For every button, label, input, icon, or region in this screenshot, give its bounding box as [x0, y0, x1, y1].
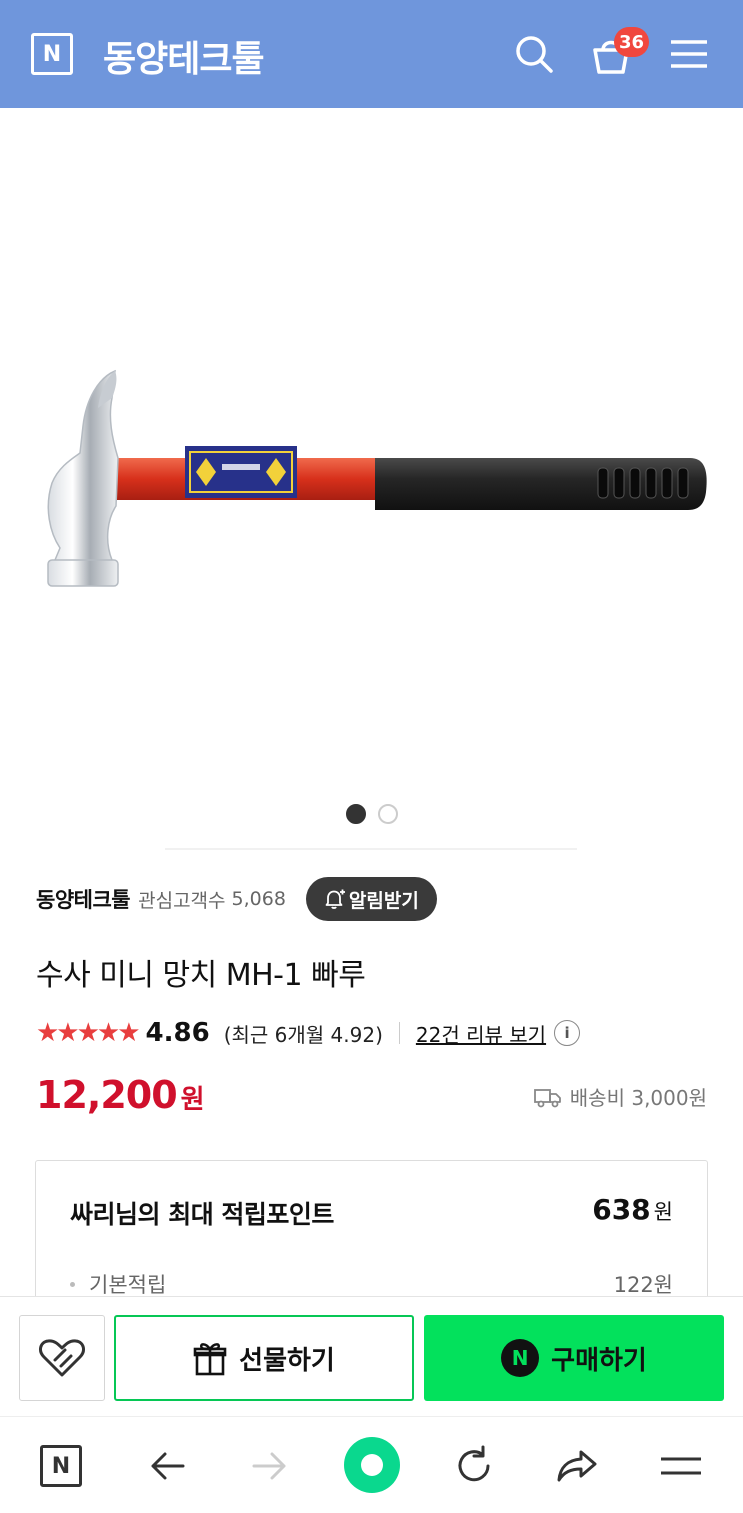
points-total: 638 원: [592, 1193, 673, 1226]
rating-row: ★★★★★ 4.86 (최근 6개월 4.92) 22건 리뷰 보기 i: [36, 1015, 581, 1051]
buy-button-label: 구매하기: [551, 1345, 647, 1376]
back-button[interactable]: [142, 1441, 192, 1491]
store-name-link[interactable]: 동양테크툴: [36, 884, 131, 914]
shipping-fee: 배송비 3,000원: [569, 1086, 707, 1110]
product-title: 수사 미니 망치 MH-1 빠루: [36, 958, 366, 993]
naver-pay-icon: N: [501, 1339, 540, 1377]
rating-recent: (최근 6개월 4.92): [223, 1022, 383, 1047]
shipping-info[interactable]: 배송비 3,000원: [533, 1082, 707, 1111]
price-row: 12,200 원: [36, 1073, 205, 1123]
points-basic-label: 기본적립: [89, 1273, 167, 1297]
share-icon: [557, 1450, 597, 1482]
carousel-dots[interactable]: [0, 804, 743, 824]
price-value: 12,200: [36, 1073, 178, 1117]
star-rating-icon: ★★★★★: [36, 1018, 141, 1048]
search-icon[interactable]: [514, 34, 554, 74]
naver-logo-icon: N: [40, 1445, 82, 1487]
info-icon[interactable]: i: [554, 1020, 581, 1046]
truck-icon: [533, 1088, 561, 1107]
rating-value: 4.86: [145, 1018, 210, 1048]
cart-count-badge: 36: [614, 27, 650, 57]
naver-home-button[interactable]: N: [36, 1441, 86, 1491]
points-title: 싸리님의 최대 적립포인트: [70, 1200, 334, 1229]
back-arrow-icon: [151, 1452, 185, 1480]
store-title[interactable]: 동양테크툴: [103, 30, 265, 82]
followers-label: 관심고객수: [138, 889, 226, 912]
store-info-row: 동양테크툴 관심고객수 5,068 알림받기: [36, 877, 437, 921]
carousel-dot-1[interactable]: [345, 804, 366, 824]
buy-button[interactable]: N 구매하기: [424, 1315, 724, 1401]
heart-icon: [39, 1339, 85, 1377]
alert-button-label: 알림받기: [348, 889, 419, 912]
green-home-icon: [361, 1454, 383, 1476]
points-basic-row: 기본적립: [70, 1269, 166, 1299]
browser-nav-bar: N: [0, 1416, 743, 1513]
forward-arrow-icon: [252, 1452, 286, 1480]
product-image[interactable]: [0, 108, 743, 798]
store-header: N 동양테크툴 36: [0, 0, 743, 108]
gift-button-label: 선물하기: [239, 1345, 335, 1376]
divider: [165, 848, 577, 850]
share-button[interactable]: [552, 1441, 602, 1491]
forward-button[interactable]: [245, 1441, 295, 1491]
carousel-dot-2[interactable]: [377, 804, 398, 824]
separator: [398, 1022, 400, 1044]
gift-button[interactable]: 선물하기: [114, 1315, 414, 1401]
purchase-action-bar: 선물하기 N 구매하기: [0, 1296, 743, 1416]
bullet-icon: [70, 1281, 75, 1287]
wishlist-button[interactable]: [19, 1315, 105, 1401]
menu-button[interactable]: [656, 1441, 706, 1491]
followers-count: 5,068: [231, 888, 286, 910]
bell-plus-icon: [325, 889, 345, 909]
refresh-icon: [458, 1445, 490, 1482]
green-home-button[interactable]: [344, 1437, 400, 1493]
refresh-button[interactable]: [449, 1441, 499, 1491]
price-unit: 원: [180, 1085, 205, 1115]
menu-icon[interactable]: [669, 38, 709, 70]
menu-icon: [661, 1457, 701, 1475]
gift-icon: [193, 1343, 227, 1376]
review-link[interactable]: 22건 리뷰 보기: [416, 1019, 546, 1048]
points-unit: 원: [653, 1200, 673, 1224]
points-basic-value: 122원: [613, 1273, 673, 1297]
points-value: 638: [592, 1193, 651, 1226]
hammer-image-icon: [47, 369, 707, 587]
naver-logo-icon[interactable]: N: [31, 33, 73, 75]
alert-subscribe-button[interactable]: 알림받기: [305, 877, 437, 921]
